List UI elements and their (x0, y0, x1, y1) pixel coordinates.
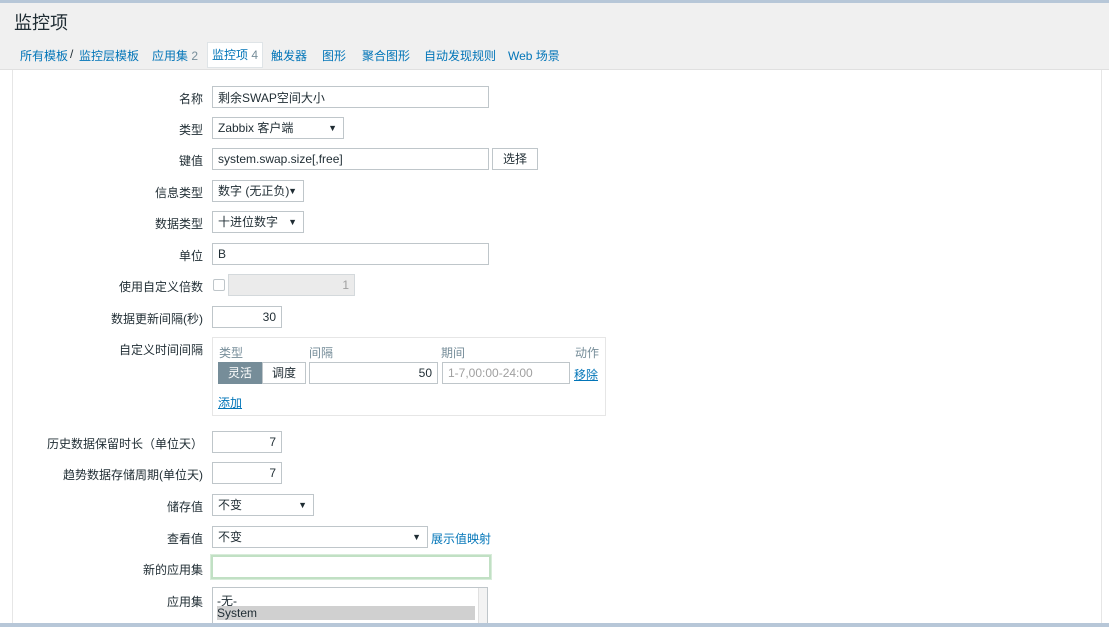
key-input[interactable] (212, 148, 489, 170)
dropdown-arrow-icon: ▼ (288, 217, 297, 227)
nav-separator: / (70, 47, 74, 61)
page-header: 监控项 (0, 3, 1109, 37)
nav-screens[interactable]: 聚合图形 (362, 47, 410, 64)
store-value-select[interactable]: 不变 ▼ (212, 494, 314, 516)
info-type-value: 数字 (无正负) (218, 184, 290, 198)
select-key-button[interactable]: 选择 (492, 148, 538, 170)
history-label: 历史数据保留时长（单位天） (46, 437, 203, 451)
show-value-label: 查看值 (166, 532, 203, 546)
trends-input[interactable] (212, 462, 282, 484)
nav-applications[interactable]: 应用集 2 (152, 47, 198, 64)
dropdown-arrow-icon: ▼ (412, 532, 421, 542)
dropdown-arrow-icon: ▼ (288, 186, 297, 196)
history-input[interactable] (212, 431, 282, 453)
bottom-border (0, 623, 1109, 627)
key-label: 键值 (178, 154, 203, 168)
store-value-label: 储存值 (166, 500, 203, 514)
col-type-header: 类型 (219, 346, 244, 360)
col-interval-header: 间隔 (309, 346, 334, 360)
multiplier-checkbox[interactable] (213, 279, 225, 291)
page-title: 监控项 (14, 13, 68, 33)
update-interval-input[interactable] (212, 306, 282, 328)
name-input[interactable] (212, 86, 489, 108)
dropdown-arrow-icon: ▼ (328, 123, 337, 133)
nav-discovery[interactable]: 自动发现规则 (424, 47, 496, 64)
show-value-value: 不变 (218, 530, 243, 544)
remove-link[interactable]: 移除 (574, 366, 598, 383)
nav-graphs[interactable]: 图形 (322, 47, 346, 64)
col-action-header: 动作 (575, 346, 600, 360)
custom-intervals-table: 类型 间隔 期间 动作 灵活 调度 移除 添加 (212, 337, 606, 416)
update-interval-label: 数据更新间隔(秒) (111, 312, 203, 326)
multiplier-label: 使用自定义倍数 (118, 280, 203, 294)
type-select-value: Zabbix 客户端 (218, 121, 294, 135)
store-value-value: 不变 (218, 498, 243, 512)
period-input[interactable] (442, 362, 570, 384)
application-option-selected[interactable]: System (217, 606, 475, 620)
nav-all-templates[interactable]: 所有模板 (20, 47, 68, 64)
nav-web[interactable]: Web 场景 (508, 47, 560, 64)
custom-intervals-label: 自定义时间间隔 (118, 343, 203, 357)
col-period-header: 期间 (441, 346, 466, 360)
data-type-label: 数据类型 (154, 217, 203, 231)
show-value-mappings-link[interactable]: 展示值映射 (431, 530, 491, 547)
new-application-input[interactable] (211, 555, 491, 579)
nav-items-label: 监控项 (212, 48, 249, 62)
info-type-label: 信息类型 (154, 186, 203, 200)
template-nav: 所有模板 / 监控层模板 应用集 2 监控项 4 触发器 图形 聚合图形 自动发… (0, 37, 1109, 70)
scheduling-toggle[interactable]: 调度 (262, 362, 306, 384)
type-select[interactable]: Zabbix 客户端 ▼ (212, 117, 344, 139)
data-type-select[interactable]: 十进位数字 ▼ (212, 211, 304, 233)
units-input[interactable] (212, 243, 489, 265)
data-type-value: 十进位数字 (218, 215, 279, 229)
info-type-select[interactable]: 数字 (无正负) ▼ (212, 180, 304, 202)
nav-applications-count: 2 (191, 49, 199, 63)
nav-applications-label: 应用集 (152, 49, 189, 63)
flexible-toggle[interactable]: 灵活 (218, 362, 262, 384)
name-label: 名称 (178, 92, 203, 106)
nav-items-count: 4 (251, 48, 259, 62)
add-interval-link[interactable]: 添加 (218, 394, 242, 411)
nav-items[interactable]: 监控项 4 (207, 42, 264, 68)
nav-template-name[interactable]: 监控层模板 (79, 47, 139, 64)
applications-label: 应用集 (166, 595, 203, 609)
trends-label: 趋势数据存储周期(单位天) (63, 468, 203, 482)
interval-value-input[interactable] (309, 362, 438, 384)
nav-triggers[interactable]: 触发器 (271, 47, 307, 64)
applications-listbox[interactable]: -无- System (212, 587, 488, 627)
show-value-select[interactable]: 不变 ▼ (212, 526, 428, 548)
dropdown-arrow-icon: ▼ (298, 500, 307, 510)
new-application-label: 新的应用集 (142, 563, 203, 577)
multiplier-input (228, 274, 355, 296)
units-label: 单位 (178, 249, 203, 263)
type-label: 类型 (178, 123, 203, 137)
listbox-scrollbar[interactable] (478, 588, 487, 626)
